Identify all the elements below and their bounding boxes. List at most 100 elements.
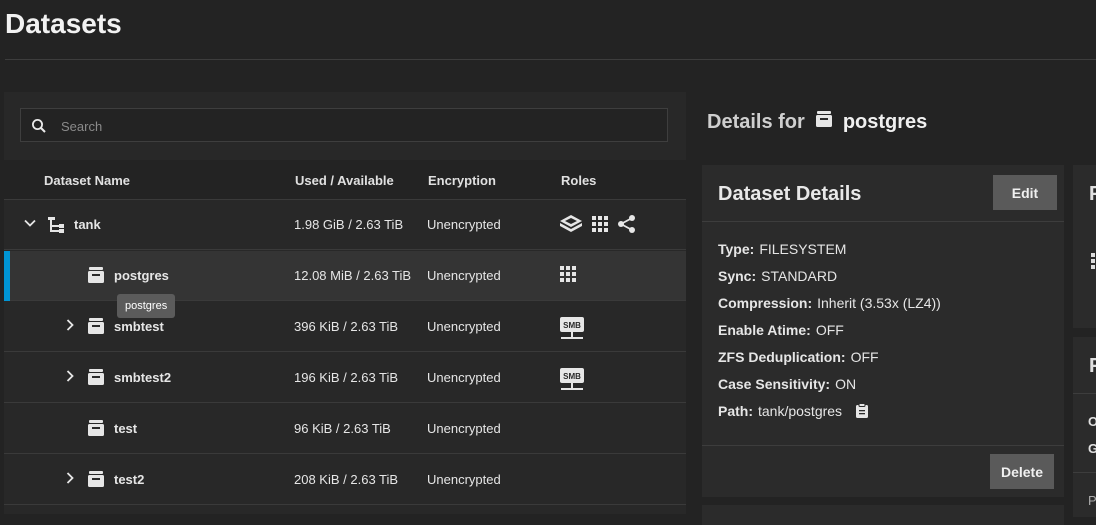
detail-label: Type:: [718, 241, 755, 257]
detail-value: FILESYSTEM: [759, 241, 847, 257]
dataset-icon: [87, 317, 105, 338]
details-dataset-name: postgres: [842, 110, 928, 133]
card-divider: [702, 221, 1064, 222]
detail-field: Compression: Inherit (3.53x (LZ4)): [718, 295, 941, 311]
search-input[interactable]: [59, 109, 653, 143]
encryption-status: Unencrypted: [427, 217, 501, 232]
tree-row[interactable]: tank 1.98 GiB / 2.63 TiB Unencrypted: [4, 200, 686, 250]
dataset-shared-icon: [559, 214, 583, 234]
svg-text:SMB: SMB: [563, 321, 581, 330]
dataset-icon: [87, 419, 105, 440]
apps-grid-icon: [591, 215, 609, 233]
detail-label: Path:: [718, 403, 753, 419]
detail-field: Path: tank/postgres: [718, 403, 869, 419]
title-divider: [5, 59, 1096, 60]
pool-tree-icon: [47, 215, 67, 238]
card-divider: [1073, 393, 1096, 394]
svg-text:SMB: SMB: [563, 372, 581, 381]
search-box[interactable]: [20, 108, 668, 143]
roles-cell: [559, 214, 637, 234]
details-heading: Details for postgres: [707, 110, 927, 134]
detail-field: Sync: STANDARD: [718, 268, 837, 284]
column-header-name[interactable]: Dataset Name: [44, 173, 130, 188]
encryption-status: Unencrypted: [427, 421, 501, 436]
tree-row[interactable]: smbtest 396 KiB / 2.63 TiB Unencrypted SMB: [4, 302, 686, 352]
apps-grid-icon: [559, 265, 577, 283]
column-header-roles[interactable]: Roles: [561, 173, 596, 188]
detail-value: OFF: [850, 349, 879, 365]
name-tooltip: postgres: [117, 294, 176, 318]
column-header-encryption[interactable]: Encryption: [428, 173, 496, 188]
apps-grid-icon: [1091, 253, 1096, 274]
card-footer-divider: [702, 445, 1064, 446]
detail-value: Inherit (3.53x (LZ4)): [817, 295, 941, 311]
detail-value: OFF: [815, 322, 844, 338]
side-card-title: P: [1089, 183, 1096, 205]
column-header-used[interactable]: Used / Available: [295, 173, 394, 188]
tree-row[interactable]: test2 208 KiB / 2.63 TiB Unencrypted: [4, 455, 686, 505]
dataset-tree-panel: Dataset Name Used / Available Encryption…: [4, 92, 686, 514]
tree-row[interactable]: smbtest2 196 KiB / 2.63 TiB Unencrypted SMB: [4, 353, 686, 403]
detail-label: Sync:: [718, 268, 757, 284]
detail-value: ON: [835, 376, 857, 392]
detail-value: STANDARD: [761, 268, 838, 284]
dataset-name: tank: [74, 217, 101, 232]
next-card: [702, 505, 1064, 525]
roles-cell: SMB: [559, 367, 585, 393]
encryption-status: Unencrypted: [427, 268, 501, 283]
dataset-name: postgres: [114, 268, 169, 283]
edit-button[interactable]: Edit: [993, 175, 1057, 210]
side-card-line: O: [1088, 414, 1096, 429]
dataset-icon: [87, 266, 105, 287]
dataset-name: test: [114, 421, 138, 436]
detail-field: Case Sensitivity: ON: [718, 376, 856, 392]
side-card-footer: P: [1088, 493, 1096, 508]
tree-row[interactable]: test 96 KiB / 2.63 TiB Unencrypted: [4, 404, 686, 454]
detail-label: Compression:: [718, 295, 813, 311]
used-available: 196 KiB / 2.63 TiB: [294, 370, 399, 385]
detail-value: tank/postgres: [758, 403, 843, 419]
dataset-icon: [87, 470, 105, 491]
detail-label: Case Sensitivity:: [718, 376, 831, 392]
encryption-status: Unencrypted: [427, 319, 501, 334]
delete-button[interactable]: Delete: [990, 454, 1054, 489]
selected-indicator: [4, 251, 10, 301]
chevron-right-icon[interactable]: [64, 370, 76, 385]
used-available: 1.98 GiB / 2.63 TiB: [294, 217, 404, 232]
tree-row[interactable]: postgres 12.08 MiB / 2.63 TiB Unencrypted: [4, 251, 686, 301]
used-available: 12.08 MiB / 2.63 TiB: [294, 268, 412, 283]
tree-header: Dataset Name Used / Available Encryption…: [4, 160, 686, 200]
details-heading-prefix: Details for: [707, 110, 805, 133]
page-title: Datasets: [5, 8, 122, 39]
roles-cell: [559, 265, 577, 283]
chevron-right-icon[interactable]: [64, 472, 76, 487]
used-available: 396 KiB / 2.63 TiB: [294, 319, 399, 334]
side-card-line: G: [1088, 441, 1096, 456]
dataset-icon: [815, 110, 833, 134]
dataset-name: test2: [114, 472, 145, 487]
chevron-right-icon[interactable]: [64, 319, 76, 334]
copy-clipboard-icon[interactable]: [855, 403, 869, 419]
dataset-icon: [87, 368, 105, 389]
side-card-title: P: [1089, 355, 1096, 377]
card-divider: [1073, 472, 1096, 473]
side-card-2: P O G P: [1073, 337, 1096, 517]
encryption-status: Unencrypted: [427, 472, 501, 487]
detail-label: Enable Atime:: [718, 322, 811, 338]
detail-field: ZFS Deduplication: OFF: [718, 349, 879, 365]
used-available: 208 KiB / 2.63 TiB: [294, 472, 399, 487]
dataset-name: smbtest: [114, 319, 164, 334]
smb-share-icon: SMB: [559, 316, 585, 342]
search-icon: [31, 118, 47, 139]
share-icon: [617, 214, 637, 234]
dataset-details-card: Dataset Details Edit Type: FILESYSTEM Sync…: [702, 165, 1064, 497]
detail-label: ZFS Deduplication:: [718, 349, 846, 365]
card-title: Dataset Details: [718, 183, 862, 205]
side-card-1: P: [1073, 165, 1096, 328]
roles-cell: SMB: [559, 316, 585, 342]
encryption-status: Unencrypted: [427, 370, 501, 385]
detail-field: Enable Atime: OFF: [718, 322, 844, 338]
chevron-down-icon[interactable]: [24, 217, 36, 232]
dataset-name: smbtest2: [114, 370, 172, 385]
used-available: 96 KiB / 2.63 TiB: [294, 421, 391, 436]
